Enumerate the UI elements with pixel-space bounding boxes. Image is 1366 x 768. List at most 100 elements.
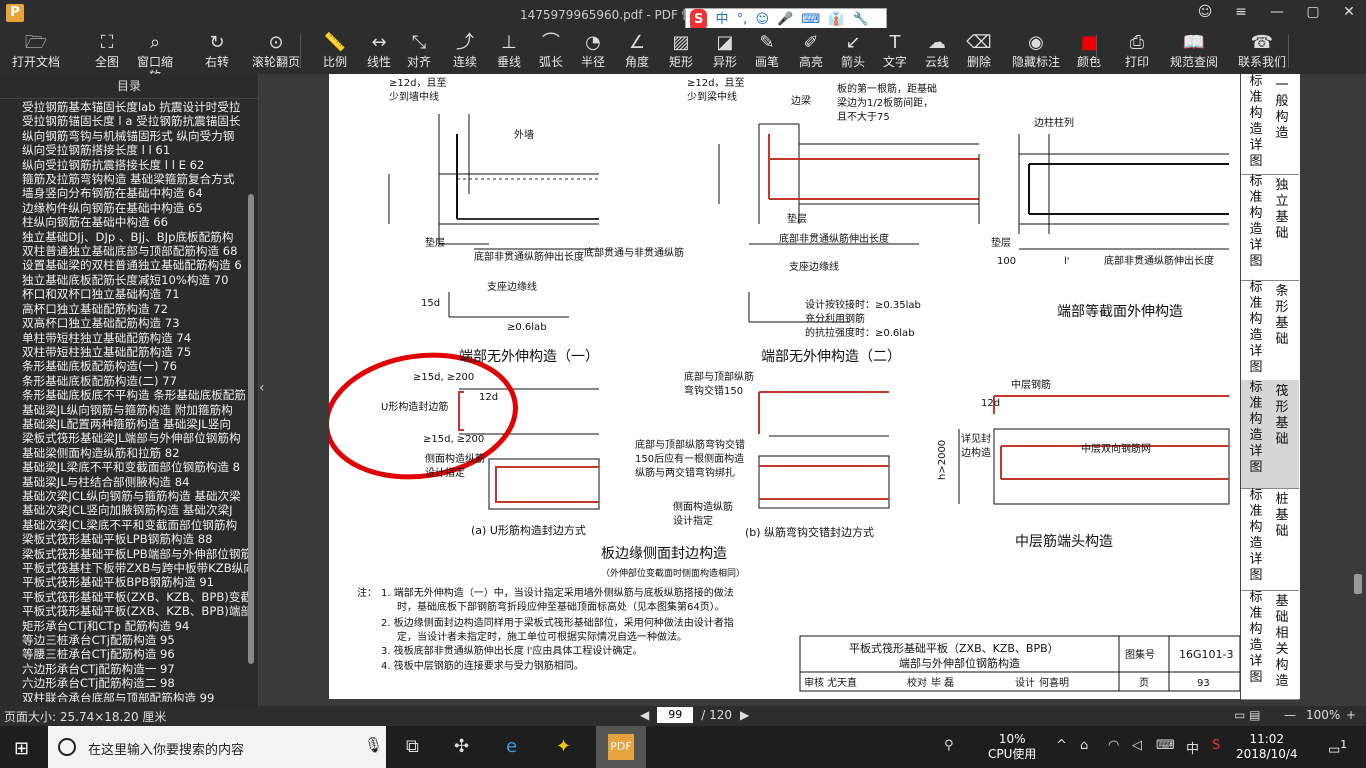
toc-item[interactable]: 平板式筏基柱下板带ZXB与跨中板带KZB纵向 <box>0 561 248 575</box>
menu-icon[interactable]: ≡ <box>1230 4 1252 20</box>
toc-item[interactable]: 基础次梁JCL梁底不平和变截面部位钢筋构 <box>0 518 248 532</box>
toolbar-button-color[interactable]: ■ 颜色 <box>1068 28 1110 74</box>
sogou-tray-icon[interactable]: S <box>1212 738 1220 753</box>
zoom-level[interactable]: 100% <box>1306 708 1340 722</box>
prev-page-icon[interactable]: ◀ <box>640 708 649 722</box>
toolbar-button-highlighter[interactable]: ✐ 高亮 <box>790 28 832 74</box>
toolbar-button-perpendicular[interactable]: ⊥ 垂线 <box>488 28 530 74</box>
section-tab[interactable]: 标准构造详图 条形基础 <box>1241 280 1299 381</box>
toc-item[interactable]: 六边形承台CTj配筋构造一 97 <box>0 662 248 676</box>
toc-item[interactable]: 双柱普通独立基础底部与顶部配筋构造 68 <box>0 244 248 258</box>
network-icon[interactable]: ⌂ <box>1080 738 1088 753</box>
toolbar-button-folder[interactable]: 🗁 打开文档 <box>4 28 68 74</box>
toc-item[interactable]: 设置基础梁的双柱普通独立基础配筋构造 6 <box>0 258 248 272</box>
taskbar-search[interactable]: 在这里输入你要搜索的内容 🎙 <box>48 726 386 768</box>
toc-item[interactable]: 六边形承台CTj配筋构造二 98 <box>0 676 248 690</box>
section-tab[interactable]: 标准构造详图 一般构造 <box>1241 74 1299 175</box>
wifi-icon[interactable]: ◠ <box>1108 738 1119 753</box>
user-icon[interactable]: ☺ <box>1194 4 1216 20</box>
toolbar-button-eye[interactable]: ◉ 隐藏标注 <box>1004 28 1068 74</box>
toolbar-button-support[interactable]: ☎ 联系我们 <box>1230 28 1294 74</box>
toc-item[interactable]: 平板式筏形基础平板(ZXB、KZB、BPB)变截 <box>0 590 248 604</box>
toc-item[interactable]: 杯口和双杯口独立基础构造 71 <box>0 287 248 301</box>
toc-item[interactable]: 独立基础底板配筋长度减短10%构造 70 <box>0 273 248 287</box>
toc-item[interactable]: 单柱带短柱独立基础配筋构造 74 <box>0 331 248 345</box>
toc-item[interactable]: 高杯口独立基础配筋构造 72 <box>0 302 248 316</box>
toc-item[interactable]: 双柱联合承台底部与顶部配筋构造 99 <box>0 691 248 702</box>
toc-item[interactable]: 条形基础底板配筋构造(二) 77 <box>0 374 248 388</box>
toolbar-button-print[interactable]: ⎙ 打印 <box>1116 28 1158 74</box>
view-mode-icon[interactable]: ▭ ▤ <box>1234 708 1261 722</box>
task-view-icon[interactable]: ⧉ <box>406 736 419 757</box>
page-input[interactable]: 99 <box>657 707 694 723</box>
section-tab[interactable]: 标准构造详图 基础相关构造 <box>1241 590 1299 700</box>
sidebar-scrollbar[interactable] <box>248 194 254 664</box>
toolbar-button-scroll[interactable]: ⊙ 滚轮翻页 <box>244 28 308 74</box>
zoom-in-icon[interactable]: + <box>1346 708 1356 722</box>
toc-item[interactable]: 矩形承台CTj和CTp 配筋构造 94 <box>0 619 248 633</box>
toolbar-button-pen[interactable]: ✎ 画笔 <box>746 28 788 74</box>
section-tab[interactable]: 标准构造详图 独立基础 <box>1241 174 1299 281</box>
bell-app-icon[interactable]: ✦ <box>556 736 571 757</box>
toolbar-button-text[interactable]: T 文字 <box>874 28 916 74</box>
toolbar-button-rectangle[interactable]: ▨ 矩形 <box>660 28 702 74</box>
toolbar-button-arc[interactable]: ⌒ 弧长 <box>530 28 572 74</box>
next-page-icon[interactable]: ▶ <box>740 708 749 722</box>
toolbar-button-zoom[interactable]: ⌕窗口缩放 <box>134 28 176 83</box>
toc-item[interactable]: 纵向钢筋弯钩与机械锚固形式 纵向受力钢 <box>0 129 248 143</box>
toc-item[interactable]: 等边三桩承台CTj配筋构造 95 <box>0 633 248 647</box>
toc-item[interactable]: 纵向受拉钢筋抗震搭接长度 l l E 62 <box>0 158 248 172</box>
toolbar-button-radius[interactable]: ◔ 半径 <box>572 28 614 74</box>
maximize-button[interactable]: ▢ <box>1302 4 1324 20</box>
notification-icon[interactable]: ▭1 <box>1328 738 1347 757</box>
toc-item[interactable]: 基础次梁JCL纵向钢筋与箍筋构造 基础次梁 <box>0 489 248 503</box>
toc-item[interactable]: 双高杯口独立基础配筋构造 73 <box>0 316 248 330</box>
toc-item[interactable]: 梁板式筏形基础平板LPB钢筋构造 88 <box>0 532 248 546</box>
close-button[interactable]: ✕ <box>1338 4 1360 20</box>
toc-item[interactable]: 墙身竖向分布钢筋在基础中构造 64 <box>0 186 248 200</box>
toolbar-button-angle[interactable]: ∠ 角度 <box>616 28 658 74</box>
toc-item[interactable]: 基础梁JL配置两种箍筋构造 基础梁JL竖向 <box>0 417 248 431</box>
section-tab[interactable]: 标准构造详图 筏形基础 <box>1241 380 1299 489</box>
toolbar-button-polygon[interactable]: ◪ 异形 <box>704 28 746 74</box>
toolbar-button-arrow[interactable]: ↙ 箭头 <box>832 28 874 74</box>
toc-item[interactable]: 受拉钢筋锚固长度 l a 受拉钢筋抗震锚固长 <box>0 114 248 128</box>
toc-item[interactable]: 柱纵向钢筋在基础中构造 66 <box>0 215 248 229</box>
toc-item[interactable]: 受拉钢筋基本锚固长度lab 抗震设计时受拉 <box>0 100 248 114</box>
toc-item[interactable]: 等腰三桩承台CTj配筋构造 96 <box>0 647 248 661</box>
toc-item[interactable]: 条形基础底板配筋构造(一) 76 <box>0 359 248 373</box>
page-scrollbar[interactable] <box>1354 574 1362 594</box>
toc-item[interactable]: 纵向受拉钢筋搭接长度 l l 61 <box>0 143 248 157</box>
toc-item[interactable]: 边缘构件纵向钢筋在基础中构造 65 <box>0 201 248 215</box>
toolbar-button-book[interactable]: 📖 规范查阅 <box>1162 28 1226 74</box>
toc-item[interactable]: 基础梁JL纵向钢筋与箍筋构造 附加箍筋构 <box>0 403 248 417</box>
volume-icon[interactable]: ◁ <box>1132 738 1142 753</box>
pdf-app-taskbar[interactable]: PDF <box>596 726 646 768</box>
toolbar-button-chain[interactable]: ⤴ 连续 <box>444 28 486 74</box>
toolbar-button-ruler[interactable]: 📏 比例 <box>314 28 356 74</box>
chevron-up-icon[interactable]: ^ <box>1056 738 1067 753</box>
toc-item[interactable]: 条形基础底板底不平构造 条形基础底板配筋 <box>0 388 248 402</box>
fan-app-icon[interactable]: ✣ <box>454 736 469 757</box>
keyboard-icon[interactable]: ⌨ <box>1156 738 1175 753</box>
ime-indicator[interactable]: 中 <box>1186 738 1199 757</box>
toc-item[interactable]: 基础梁侧面构造纵筋和拉筋 82 <box>0 446 248 460</box>
toolbar-button-fullscreen[interactable]: ⛶ 全图 <box>86 28 128 74</box>
people-icon[interactable]: ⚲ <box>944 738 954 753</box>
toc-item[interactable]: 梁板式筏形基础梁JL端部与外伸部位钢筋构 <box>0 431 248 445</box>
windows-start-icon[interactable]: ⊞ <box>14 738 29 759</box>
toolbar-button-eraser[interactable]: ⌫ 删除 <box>958 28 1000 74</box>
toc-item[interactable]: 双柱带短柱独立基础配筋构造 75 <box>0 345 248 359</box>
toc-item[interactable]: 基础次梁JCL竖向加腋钢筋构造 基础次梁J <box>0 503 248 517</box>
toolbar-button-rotate[interactable]: ↻ 右转 <box>196 28 238 74</box>
clock[interactable]: 11:02 2018/10/4 <box>1236 732 1298 762</box>
toolbar-button-linear[interactable]: ↔ 线性 <box>358 28 400 74</box>
toolbar-button-cloud[interactable]: ☁ 云线 <box>916 28 958 74</box>
toc-item[interactable]: 平板式筏形基础平板BPB钢筋构造 91 <box>0 575 248 589</box>
toc-item[interactable]: 梁板式筏形基础平板LPB端部与外伸部位钢筋 <box>0 547 248 561</box>
zoom-out-icon[interactable]: — <box>1284 708 1296 722</box>
mic-icon[interactable]: 🎙 <box>364 736 383 754</box>
minimize-button[interactable]: — <box>1266 4 1288 20</box>
edge-icon[interactable]: e <box>506 736 517 757</box>
toc-item[interactable]: 基础梁JL与柱结合部侧腋构造 84 <box>0 475 248 489</box>
